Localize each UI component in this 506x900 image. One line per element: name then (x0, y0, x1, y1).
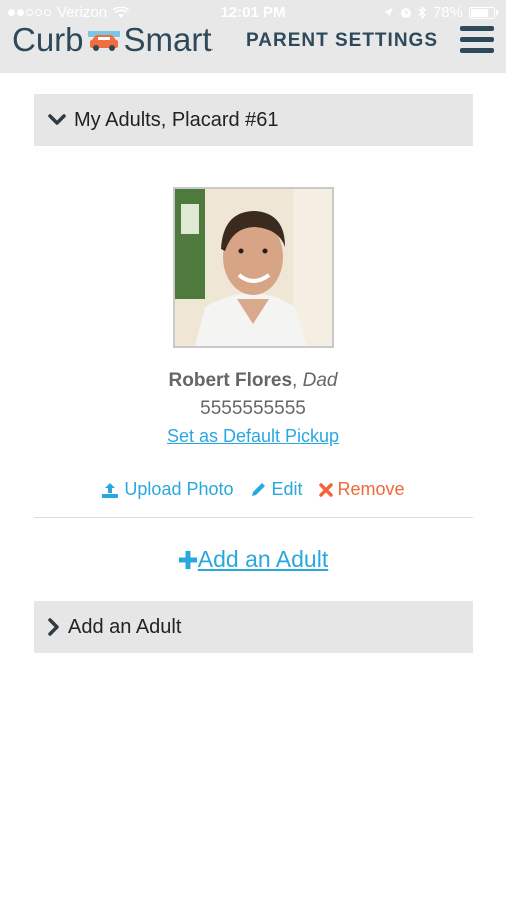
battery-percent: 78% (432, 4, 463, 21)
upload-photo-button[interactable]: Upload Photo (101, 479, 234, 500)
adult-photo (173, 187, 334, 348)
add-adult-accordion-header[interactable]: Add an Adult (34, 601, 473, 653)
adult-actions: Upload Photo Edit Remove (0, 479, 506, 500)
adult-portrait-image (175, 189, 332, 346)
pencil-icon (251, 483, 265, 496)
my-adults-label: My Adults, Placard #61 (74, 108, 279, 131)
page-title: PARENT SETTINGS (246, 30, 438, 51)
hamburger-menu-icon[interactable] (460, 26, 494, 56)
location-arrow-icon (383, 8, 393, 17)
adult-name-line: Robert Flores, Dad (0, 370, 506, 392)
curbsmart-logo: Curb Smart . (12, 21, 214, 58)
alarm-icon (400, 7, 411, 18)
adult-relation: Dad (302, 370, 338, 391)
plus-icon (178, 550, 197, 569)
edit-label: Edit (271, 479, 303, 499)
close-icon (318, 482, 333, 497)
remove-button[interactable]: Remove (318, 479, 405, 500)
adult-phone: 5555555555 (200, 398, 306, 419)
battery-tip (496, 10, 498, 15)
logo-trademark: . (211, 43, 214, 52)
upload-photo-label: Upload Photo (124, 479, 234, 499)
logo-text-curb: Curb (12, 21, 84, 58)
divider (34, 517, 473, 518)
status-right: 78% (383, 4, 498, 21)
adult-name: Robert Flores (168, 370, 293, 391)
battery-icon (469, 6, 495, 19)
car-logo-icon (87, 31, 120, 51)
bluetooth-icon (418, 6, 426, 19)
chevron-right-icon (48, 618, 59, 636)
chevron-down-icon (48, 114, 66, 125)
remove-label: Remove (337, 479, 405, 499)
upload-icon (102, 482, 119, 498)
add-adult-section-label: Add an Adult (68, 615, 182, 638)
app-header: Curb Smart . PARENT SETTINGS (0, 21, 506, 73)
add-adult-link-label: Add an Adult (197, 546, 329, 572)
edit-button[interactable]: Edit (250, 479, 303, 500)
set-default-pickup-link[interactable]: Set as Default Pickup (0, 426, 506, 447)
add-adult-link[interactable]: Add an Adult (0, 546, 506, 573)
my-adults-accordion-header[interactable]: My Adults, Placard #61 (34, 94, 473, 146)
logo-text-smart: Smart (123, 21, 212, 58)
name-separator: , (292, 370, 303, 391)
